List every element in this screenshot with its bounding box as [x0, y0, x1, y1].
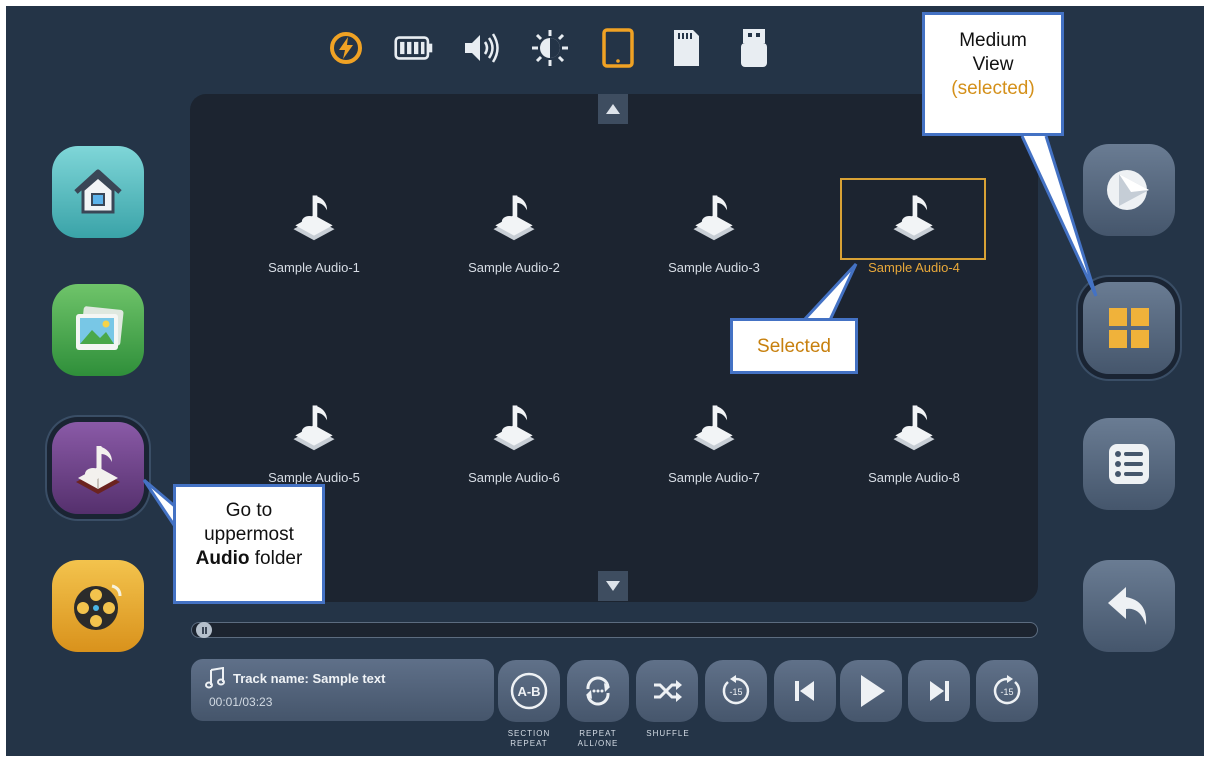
- callout-audio-folder: Go to uppermost Audio folder: [173, 484, 325, 604]
- play-icon: [861, 675, 885, 707]
- audio-button[interactable]: [52, 422, 144, 514]
- audio-item[interactable]: Sample Audio-5: [214, 396, 414, 485]
- home-icon: [74, 169, 122, 214]
- skip-previous-icon: [795, 681, 814, 701]
- section-repeat-button[interactable]: A-B: [498, 660, 560, 722]
- scroll-up-button[interactable]: [598, 94, 628, 124]
- home-button[interactable]: [52, 146, 144, 238]
- audio-item-label: Sample Audio-1: [268, 260, 360, 275]
- ab-text: A-B: [517, 684, 540, 699]
- usb-icon: [734, 26, 774, 70]
- audio-item-label: Sample Audio-3: [668, 260, 760, 275]
- progress-handle[interactable]: [196, 622, 212, 638]
- list-view-icon: [1109, 444, 1149, 484]
- repeat-icon: [586, 676, 610, 706]
- callout-medium-view: Medium View (selected): [922, 12, 1064, 136]
- battery-icon: [394, 26, 434, 70]
- track-time: 00:01/03:23: [209, 695, 273, 709]
- music-book-icon: [493, 405, 535, 451]
- audio-item-label: Sample Audio-6: [468, 470, 560, 485]
- rewind-15-icon: -15: [722, 675, 750, 705]
- audio-item-label: Sample Audio-8: [868, 470, 960, 485]
- shuffle-icon: [654, 680, 682, 702]
- repeat-label: REPEAT ALL/ONE: [577, 729, 619, 748]
- photo-icon: [76, 306, 124, 350]
- track-name: Track name: Sample text: [233, 670, 386, 686]
- callout-selected: Selected: [730, 318, 858, 374]
- music-book-icon: [893, 405, 935, 451]
- charging-icon: [326, 26, 366, 70]
- rewind-text: -15: [729, 687, 742, 697]
- music-book-icon: [76, 446, 120, 494]
- play-bubble-icon: [1107, 170, 1149, 210]
- pause-mark-icon: [201, 626, 207, 634]
- forward-text: -15: [1000, 687, 1013, 697]
- audio-item-label: Sample Audio-7: [668, 470, 760, 485]
- section-repeat-label: SECTION REPEAT: [507, 729, 551, 748]
- audio-item-label: Sample Audio-5: [268, 470, 360, 485]
- music-book-icon: [293, 195, 335, 241]
- next-button[interactable]: [908, 660, 970, 722]
- music-note-icon: [205, 667, 225, 689]
- volume-icon: [462, 26, 502, 70]
- audio-item[interactable]: Sample Audio-7: [614, 396, 814, 485]
- film-reel-icon: [74, 584, 122, 630]
- audio-item[interactable]: Sample Audio-6: [414, 396, 614, 485]
- previous-button[interactable]: [774, 660, 836, 722]
- music-book-icon: [693, 405, 735, 451]
- rewind-15-button[interactable]: -15: [705, 660, 767, 722]
- audio-item[interactable]: Sample Audio-3: [614, 186, 814, 275]
- shuffle-button[interactable]: [636, 660, 698, 722]
- video-button[interactable]: [52, 560, 144, 652]
- triangle-down-icon: [606, 581, 620, 591]
- back-arrow-icon: [1108, 587, 1147, 625]
- audio-item[interactable]: Sample Audio-8: [814, 396, 1014, 485]
- music-book-icon: [893, 195, 935, 241]
- audio-item-label: Sample Audio-4: [868, 260, 960, 275]
- triangle-up-icon: [606, 104, 620, 114]
- list-view-button[interactable]: [1083, 418, 1175, 510]
- medium-view-button[interactable]: [1083, 282, 1175, 374]
- ab-repeat-icon: A-B: [510, 672, 548, 710]
- audio-item-selected[interactable]: Sample Audio-4: [814, 186, 1014, 275]
- scroll-down-button[interactable]: [598, 571, 628, 601]
- audio-item-label: Sample Audio-2: [468, 260, 560, 275]
- grid-view-icon: [1109, 308, 1149, 348]
- track-info: Track name: Sample text 00:01/03:23: [191, 659, 494, 721]
- photo-button[interactable]: [52, 284, 144, 376]
- back-button[interactable]: [1083, 560, 1175, 652]
- audio-item[interactable]: Sample Audio-1: [214, 186, 414, 275]
- skip-next-icon: [930, 681, 949, 701]
- shuffle-label: SHUFFLE: [646, 729, 690, 738]
- forward-15-button[interactable]: -15: [976, 660, 1038, 722]
- sd-card-icon: [666, 26, 706, 70]
- music-book-icon: [493, 195, 535, 241]
- repeat-button[interactable]: [567, 660, 629, 722]
- music-book-icon: [693, 195, 735, 241]
- brightness-icon: [530, 26, 570, 70]
- play-mode-button[interactable]: [1083, 144, 1175, 236]
- play-button[interactable]: [840, 660, 902, 722]
- progress-bar[interactable]: [191, 622, 1038, 638]
- forward-15-icon: -15: [993, 675, 1021, 705]
- status-bar: [326, 20, 774, 76]
- audio-item[interactable]: Sample Audio-2: [414, 186, 614, 275]
- tablet-icon: [598, 26, 638, 70]
- music-book-icon: [293, 405, 335, 451]
